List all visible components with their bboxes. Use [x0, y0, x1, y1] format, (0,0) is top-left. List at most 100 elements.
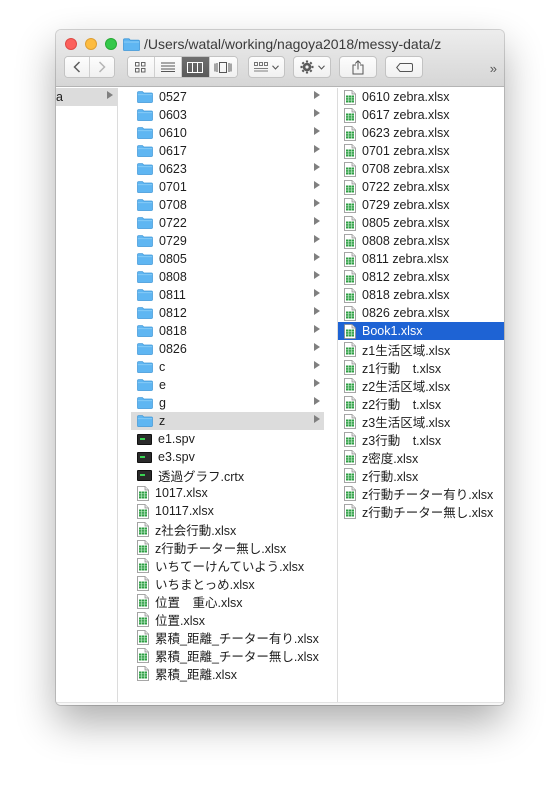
item-name: z3生活区域.xlsx — [362, 415, 451, 430]
folder-row[interactable]: e — [131, 376, 324, 394]
folder-icon — [137, 325, 153, 337]
item-name: z行動.xlsx — [362, 469, 419, 484]
file-row[interactable]: 0610 zebra.xlsx — [338, 88, 504, 106]
folder-icon — [137, 307, 153, 319]
list-view-button[interactable] — [154, 57, 183, 77]
file-row[interactable]: z1生活区域.xlsx — [338, 340, 504, 358]
file-row[interactable]: 0811 zebra.xlsx — [338, 250, 504, 268]
file-row[interactable]: 0701 zebra.xlsx — [338, 142, 504, 160]
file-row[interactable]: 位置.xlsx — [131, 610, 324, 628]
icon-view-button[interactable] — [128, 57, 155, 77]
folder-icon — [137, 145, 153, 157]
column-2[interactable]: 0527 0603 0610 0617 0623 0701 0708 0722 0729 0805… — [131, 88, 324, 705]
file-row[interactable]: いちてーけんていよう.xlsx — [131, 556, 324, 574]
item-name: いちてーけんていよう.xlsx — [155, 559, 305, 574]
file-row[interactable]: 0617 zebra.xlsx — [338, 106, 504, 124]
folder-icon — [137, 163, 153, 175]
file-row[interactable]: いちまとっめ.xlsx — [131, 574, 324, 592]
folder-row[interactable]: 0826 — [131, 340, 324, 358]
spreadsheet-file-icon — [344, 359, 356, 375]
file-row[interactable]: 0808 zebra.xlsx — [338, 232, 504, 250]
item-name: c — [159, 360, 166, 374]
back-button[interactable] — [65, 57, 90, 77]
spreadsheet-file-icon — [344, 89, 356, 105]
folder-row[interactable]: 0811 — [131, 286, 324, 304]
file-row[interactable]: z密度.xlsx — [338, 448, 504, 466]
file-row[interactable]: 0805 zebra.xlsx — [338, 214, 504, 232]
folder-row[interactable]: g — [131, 394, 324, 412]
column-1[interactable]: a — [56, 88, 117, 705]
file-row[interactable]: 0722 zebra.xlsx — [338, 178, 504, 196]
file-row[interactable]: z行動チーター無し.xlsx — [338, 502, 504, 520]
file-row[interactable]: 0812 zebra.xlsx — [338, 268, 504, 286]
folder-row[interactable]: 0701 — [131, 178, 324, 196]
spreadsheet-file-icon — [344, 287, 356, 303]
item-name: 0808 zebra.xlsx — [362, 234, 450, 248]
file-row[interactable]: z3行動 t.xlsx — [338, 430, 504, 448]
action-button[interactable] — [293, 56, 331, 78]
file-row[interactable]: z3生活区域.xlsx — [338, 412, 504, 430]
minimize-window-button[interactable] — [85, 38, 97, 50]
file-row[interactable]: 0818 zebra.xlsx — [338, 286, 504, 304]
file-row[interactable]: 透過グラフ.crtx — [131, 466, 324, 484]
folder-row[interactable]: c — [131, 358, 324, 376]
cover-flow-view-button[interactable] — [209, 57, 237, 77]
file-row[interactable]: z2生活区域.xlsx — [338, 376, 504, 394]
tag-icon — [395, 62, 413, 72]
column-view-button[interactable] — [182, 57, 210, 77]
file-row[interactable]: e3.spv — [131, 448, 324, 466]
spreadsheet-file-icon — [344, 269, 356, 285]
file-row[interactable]: 累積_距離_チーター有り.xlsx — [131, 628, 324, 646]
folder-row[interactable]: a — [56, 88, 117, 106]
file-row[interactable]: Book1.xlsx — [338, 322, 504, 340]
disclosure-arrow-icon — [314, 163, 320, 171]
item-name: e3.spv — [158, 450, 195, 464]
folder-row[interactable]: 0812 — [131, 304, 324, 322]
folder-row[interactable]: 0527 — [131, 88, 324, 106]
file-row[interactable]: e1.spv — [131, 430, 324, 448]
file-row[interactable]: 累積_距離.xlsx — [131, 664, 324, 682]
file-row[interactable]: 0729 zebra.xlsx — [338, 196, 504, 214]
spreadsheet-file-icon — [344, 431, 356, 447]
column-3[interactable]: 0610 zebra.xlsx 0617 zebra.xlsx 0623 zebra… — [338, 88, 504, 705]
disclosure-arrow-icon — [314, 289, 320, 297]
file-row[interactable]: z行動チーター有り.xlsx — [338, 484, 504, 502]
disclosure-arrow-icon — [314, 145, 320, 153]
file-row[interactable]: z1行動 t.xlsx — [338, 358, 504, 376]
folder-row[interactable]: 0729 — [131, 232, 324, 250]
folder-row[interactable]: 0818 — [131, 322, 324, 340]
file-row[interactable]: 累積_距離_チーター無し.xlsx — [131, 646, 324, 664]
folder-row[interactable]: 0603 — [131, 106, 324, 124]
close-window-button[interactable] — [65, 38, 77, 50]
file-row[interactable]: z社会行動.xlsx — [131, 520, 324, 538]
spreadsheet-file-icon — [344, 467, 356, 483]
horizontal-scrollbar[interactable] — [56, 702, 504, 705]
item-name: 0603 — [159, 108, 187, 122]
item-name: 0617 — [159, 144, 187, 158]
item-name: z1生活区域.xlsx — [362, 343, 451, 358]
file-row[interactable]: z行動チーター無し.xlsx — [131, 538, 324, 556]
folder-row[interactable]: 0722 — [131, 214, 324, 232]
file-row[interactable]: z行動.xlsx — [338, 466, 504, 484]
share-button[interactable] — [339, 56, 377, 78]
folder-row[interactable]: 0805 — [131, 250, 324, 268]
file-row[interactable]: 10117.xlsx — [131, 502, 324, 520]
folder-row[interactable]: 0808 — [131, 268, 324, 286]
folder-row[interactable]: 0708 — [131, 196, 324, 214]
zoom-window-button[interactable] — [105, 38, 117, 50]
file-row[interactable]: 位置 重心.xlsx — [131, 592, 324, 610]
arrange-button[interactable] — [248, 56, 285, 78]
item-name: e1.spv — [158, 432, 195, 446]
folder-row[interactable]: z — [131, 412, 324, 430]
file-row[interactable]: z2行動 t.xlsx — [338, 394, 504, 412]
folder-row[interactable]: 0623 — [131, 160, 324, 178]
toolbar-overflow-button[interactable]: » — [490, 61, 497, 76]
file-row[interactable]: 0708 zebra.xlsx — [338, 160, 504, 178]
folder-row[interactable]: 0617 — [131, 142, 324, 160]
tags-button[interactable] — [385, 56, 423, 78]
file-row[interactable]: 0623 zebra.xlsx — [338, 124, 504, 142]
folder-row[interactable]: 0610 — [131, 124, 324, 142]
file-row[interactable]: 0826 zebra.xlsx — [338, 304, 504, 322]
forward-button[interactable] — [90, 57, 114, 77]
file-row[interactable]: 1017.xlsx — [131, 484, 324, 502]
